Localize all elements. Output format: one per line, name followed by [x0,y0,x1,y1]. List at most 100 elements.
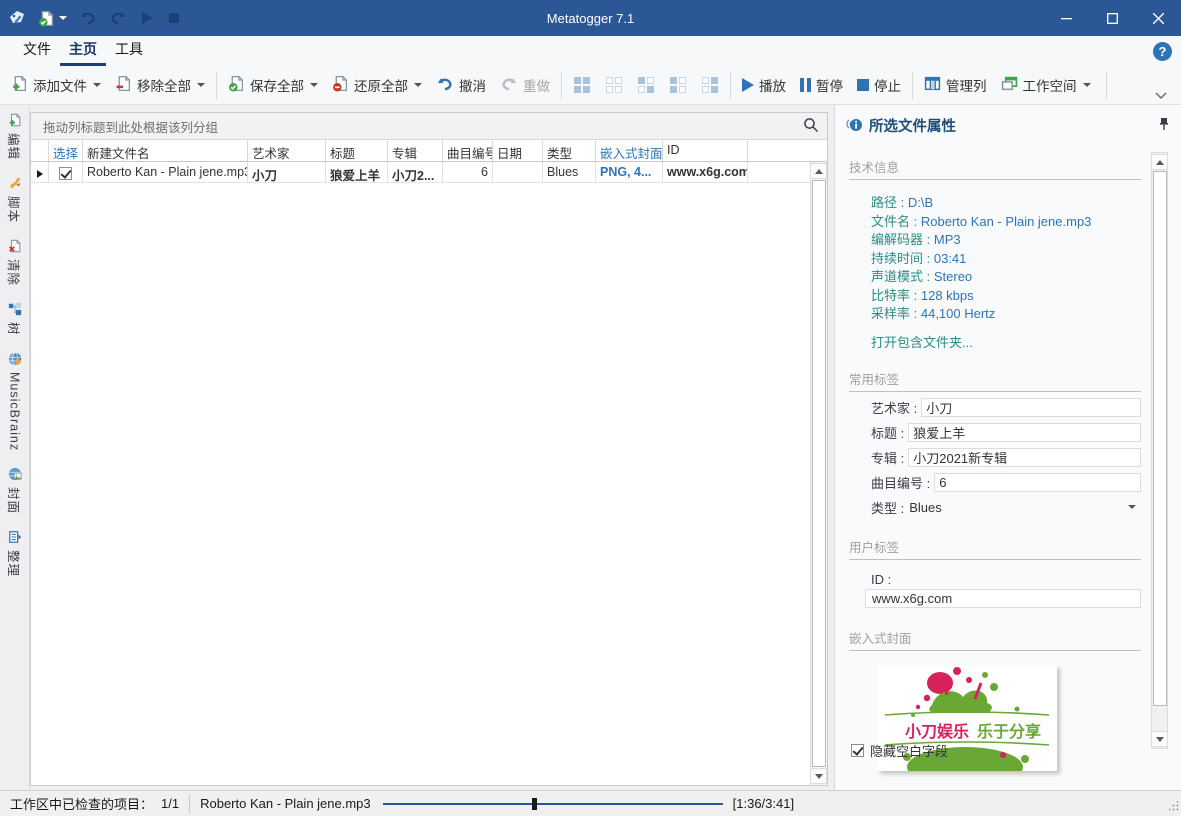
tab-tools[interactable]: 工具 [106,34,152,66]
cell-album[interactable]: 小刀2... [388,162,443,182]
album-field[interactable] [908,447,1141,467]
column-header-title[interactable]: 标题 [326,140,388,161]
cell-title[interactable]: 狼爱上羊 [326,162,388,182]
hide-empty-fields-option[interactable]: 隐藏空白字段 [851,741,948,760]
check-all-button[interactable] [566,71,598,99]
save-all-quick-button[interactable] [38,10,67,27]
column-header-id[interactable]: ID [663,140,748,161]
playback-slider-handle[interactable] [532,797,538,810]
artist-field[interactable] [921,397,1141,417]
column-header-track[interactable]: 曲目编号 [443,140,493,161]
check-selected-button[interactable] [662,71,694,99]
remove-all-caret[interactable] [197,83,205,87]
table-row[interactable]: Roberto Kan - Plain jene.mp3 小刀 狼爱上羊 小刀2… [31,162,827,183]
sidebar-item-musicbrainz[interactable]: MusicBrainz [8,352,22,451]
undo-icon [436,76,454,95]
save-dropdown-caret[interactable] [59,16,67,20]
playback-slider[interactable] [382,797,723,811]
section-common-tags: 常用标签 艺术家 : 标题 : 专辑 : 曲目编号 : [849,369,1141,517]
play-quick-icon[interactable] [139,10,155,26]
collapse-ribbon-icon[interactable] [1155,88,1167,103]
manage-columns-label: 管理列 [946,79,987,94]
cell-select[interactable] [49,162,83,182]
group-by-bar[interactable]: 拖动列标题到此处根据该列分组 [31,113,827,140]
id-field[interactable] [865,588,1141,608]
panel-scroll-down-icon[interactable] [1151,731,1168,747]
sidebar-item-script[interactable]: 脚本 [5,176,24,223]
scroll-down-icon[interactable] [810,768,827,784]
tab-file[interactable]: 文件 [14,34,60,66]
restore-all-button[interactable]: 还原全部 [325,70,429,100]
uncheck-selected-button[interactable] [694,71,726,99]
maximize-button[interactable] [1089,0,1135,36]
field-sample-rate: 采样率 : 44,100 Hertz [871,305,1141,324]
open-containing-folder-link[interactable]: 打开包含文件夹... [871,332,973,351]
sidebar-item-edit[interactable]: 编辑 [5,113,24,160]
search-icon[interactable] [803,117,819,136]
save-all-button[interactable]: 保存全部 [221,70,325,100]
add-files-button[interactable]: 添加文件 [4,70,108,100]
column-header-artist[interactable]: 艺术家 [248,140,326,161]
workspace-caret[interactable] [1082,83,1091,87]
panel-scroll-thumb[interactable] [1153,171,1167,706]
stop-quick-icon[interactable] [167,11,181,25]
undo-quick-icon[interactable] [79,10,97,26]
cell-cover[interactable]: PNG, 4... [596,162,663,182]
minimize-button[interactable] [1043,0,1089,36]
redo-quick-icon[interactable] [109,10,127,26]
sidebar-item-clear[interactable]: 清除 [5,239,24,286]
cell-artist[interactable]: 小刀 [248,162,326,182]
cell-id[interactable]: www.x6g.com [663,162,748,182]
window-controls [1043,0,1181,36]
checked-items-label: 工作区中已检查的项目： [10,797,154,812]
close-button[interactable] [1135,0,1181,36]
cell-genre[interactable]: Blues [543,162,596,182]
workspace-button[interactable]: 工作空间 [994,70,1098,100]
stop-button[interactable]: 停止 [850,70,908,100]
redo-button[interactable]: 重做 [493,70,557,100]
pause-button[interactable]: 暂停 [793,70,850,100]
row-checkbox[interactable] [59,167,72,180]
column-header-new-filename[interactable]: 新建文件名 [83,140,248,161]
hide-empty-fields-checkbox[interactable] [851,744,864,757]
invert-check-button[interactable] [630,71,662,99]
field-label: 比特率 : [871,287,918,303]
remove-all-button[interactable]: 移除全部 [108,70,212,100]
table-scroll-thumb[interactable] [812,180,826,767]
manage-columns-button[interactable]: 管理列 [917,70,994,100]
title-field[interactable] [908,422,1141,442]
undo-button[interactable]: 撤消 [429,70,493,100]
tab-home[interactable]: 主页 [60,34,106,66]
genre-dropdown[interactable]: Blues [908,498,1141,517]
pin-icon[interactable] [1159,117,1169,134]
panel-scroll-up-icon[interactable] [1151,154,1168,170]
play-button[interactable]: 播放 [735,70,793,100]
restore-all-caret[interactable] [414,83,422,87]
uncheck-all-button[interactable] [598,71,630,99]
resize-grip-icon[interactable] [1168,799,1179,814]
field-value: Stereo [933,269,973,284]
cell-track[interactable]: 6 [443,162,493,182]
cell-new-filename[interactable]: Roberto Kan - Plain jene.mp3 [83,162,248,182]
sidebar-item-organize[interactable]: 整理 [5,530,24,577]
help-icon[interactable]: ? [1153,42,1172,61]
scroll-up-icon[interactable] [810,163,827,179]
sidebar-item-label: 编辑 [6,133,20,161]
sidebar-item-cover[interactable]: 封面 [5,467,24,514]
column-header-date[interactable]: 日期 [493,140,543,161]
app-logo-icon[interactable] [8,9,26,27]
column-header-album[interactable]: 专辑 [388,140,443,161]
add-files-caret[interactable] [93,83,101,87]
main-area: 编辑 脚本 清除 树 MusicBrainz 封面 整理 拖动列标题到此处根据该… [0,105,1181,790]
column-header-cover[interactable]: 嵌入式封面 [596,140,663,161]
table-vertical-scrollbar[interactable] [810,162,827,785]
sidebar-item-label: 整理 [6,549,20,577]
column-header-genre[interactable]: 类型 [543,140,596,161]
track-number-field[interactable] [934,472,1141,492]
column-header-select[interactable]: 选择 [49,140,83,161]
cell-date[interactable] [493,162,543,182]
save-all-caret[interactable] [310,83,318,87]
panel-vertical-scrollbar[interactable] [1151,152,1168,749]
sidebar-item-tree[interactable]: 树 [5,302,24,336]
ribbon-separator [912,71,913,99]
